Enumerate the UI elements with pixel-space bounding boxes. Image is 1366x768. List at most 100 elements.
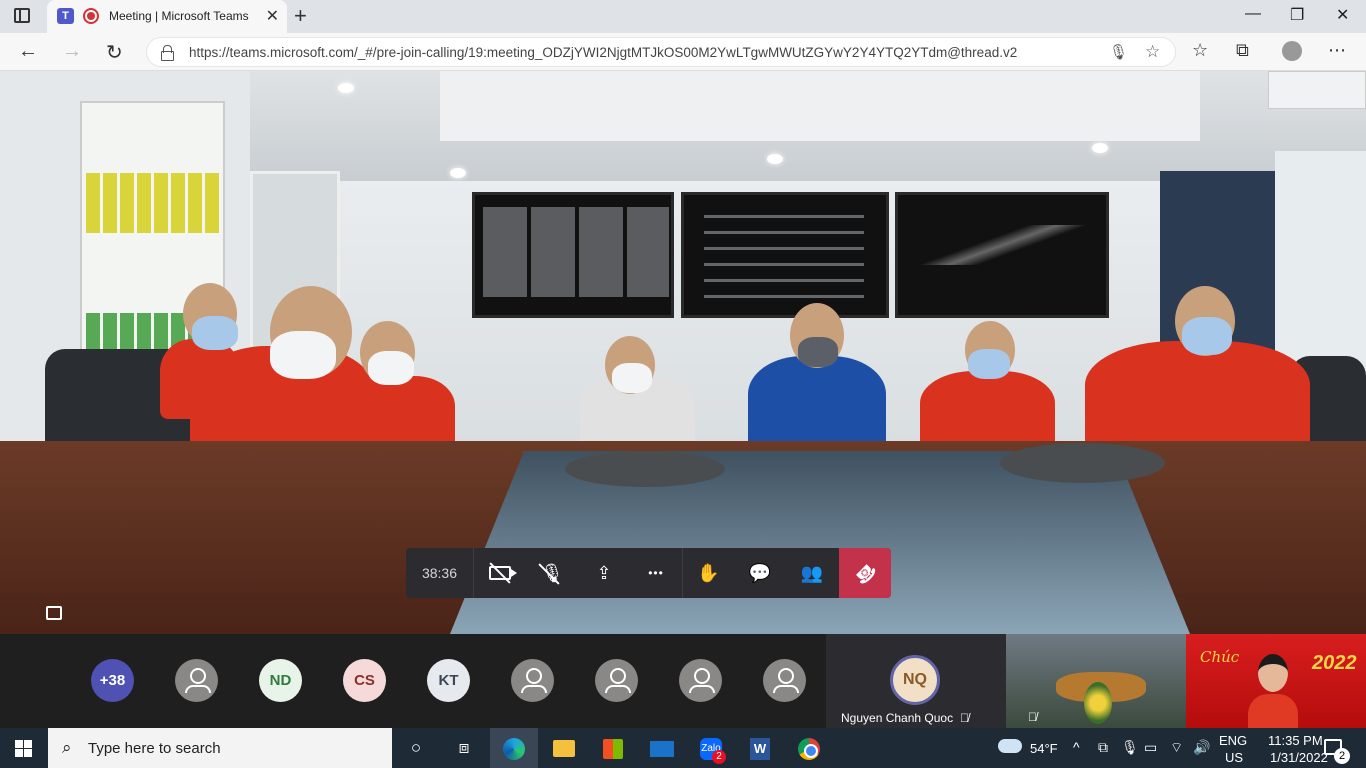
taskbar-search[interactable]: ⌕ Type here to search [48,728,392,768]
call-controls: 38:36 🎙 ⇪ ••• ✋ 💬 👥 ☎ [406,548,891,598]
clock-date[interactable]: 1/31/2022 [1270,750,1328,765]
air-conditioner [1268,71,1366,109]
input-language[interactable]: ENG [1219,733,1247,748]
store-icon[interactable] [600,736,626,760]
minimize-button[interactable]: — [1245,5,1261,23]
camera-monitor [895,192,1109,318]
task-view-icon[interactable]: ⧈ [451,736,477,760]
weather-temp[interactable]: 54°F [1030,741,1058,756]
camera-off-icon [489,562,517,584]
more-icon: ••• [648,566,664,580]
add-favorite-icon[interactable]: ☆ [1145,42,1160,62]
show-hidden-icons[interactable]: ^ [1073,739,1080,755]
mic-off-button[interactable]: 🎙 [526,548,578,598]
more-participants-button[interactable]: +38 [91,659,134,702]
settings-more-icon[interactable]: ⋯ [1328,40,1346,61]
participant-avatar[interactable] [175,659,218,702]
raise-hand-button[interactable]: ✋ [682,548,734,598]
network-device-icon[interactable]: ⧉ [1098,739,1108,756]
participant-avatar[interactable] [511,659,554,702]
back-button[interactable]: ← [18,40,38,63]
weather-icon[interactable] [998,739,1022,753]
more-actions-button[interactable]: ••• [630,548,682,598]
participants-button[interactable]: 👥 [786,548,838,598]
chat-button[interactable]: 💬 [734,548,786,598]
teams-logo-icon: T [57,8,74,24]
url-field[interactable]: https://teams.microsoft.com/_#/pre-join-… [146,37,1176,67]
participant-avatar[interactable] [679,659,722,702]
mic-off-icon: 🎙 [537,563,563,585]
participant-avatar-nd[interactable]: ND [259,659,302,702]
conference-speaker [1000,443,1165,483]
profile-avatar[interactable] [1282,41,1302,61]
zalo-badge: 2 [712,750,726,764]
tet-year: 2022 [1312,652,1357,674]
volume-icon[interactable]: 🔊 [1193,739,1210,756]
file-explorer-icon[interactable] [551,736,577,760]
flowers [1084,682,1112,724]
camera-off-button[interactable] [474,548,526,598]
participant-avatar[interactable] [595,659,638,702]
share-icon: ⇪ [596,562,612,583]
call-timer: 38:36 [406,548,474,598]
hand-icon: ✋ [697,562,720,583]
input-region[interactable]: US [1225,750,1243,765]
search-icon: ⌕ [62,738,72,757]
clock-time[interactable]: 11:35 PM [1268,733,1323,748]
collections-icon[interactable]: ⧉ [1236,40,1249,61]
favorites-icon[interactable]: ☆ [1192,40,1208,61]
lock-icon[interactable] [161,45,174,61]
participant-strip: +38 ND CS KT NQ Nguyen Chanh Quoc 🎙̸ 🎙̸ … [0,634,1366,728]
notification-count: 2 [1334,748,1350,764]
hangup-button[interactable]: ☎ [839,548,891,598]
tab-close-button[interactable]: ✕ [266,6,279,26]
video-ceiling-panel [440,71,1200,141]
wifi-icon[interactable]: ⌔ [1170,739,1183,757]
mail-icon[interactable] [649,736,675,760]
attendee [355,376,455,451]
people-icon: 👥 [800,562,824,583]
mic-muted-icon: 🎙̸ [1028,710,1037,724]
speaker-avatar: NQ [890,655,940,705]
ceiling-light [1092,143,1108,153]
ceiling-light [767,154,783,164]
attendee [920,371,1055,451]
zalo-icon[interactable]: Zalo 2 [698,736,726,764]
refresh-button[interactable]: ↻ [106,40,123,65]
mic-tray-icon[interactable]: 🎙 [1121,739,1139,756]
browser-tab-strip: T Meeting | Microsoft Teams ✕ + — ❐ ✕ [0,0,1366,33]
word-icon[interactable]: W [747,736,773,760]
phone-hangup-icon: ☎ [850,558,881,589]
speaker-tile[interactable]: NQ Nguyen Chanh Quoc 🎙̸ [826,634,1006,728]
mic-muted-icon: 🎙̸ [960,711,969,725]
maximize-button[interactable]: ❐ [1290,5,1304,25]
forward-button[interactable]: → [62,40,82,63]
battery-icon[interactable]: ▭ [1144,739,1157,756]
edge-taskbar-icon[interactable] [490,728,538,768]
tab-actions-icon[interactable] [14,8,30,23]
video-tile-room[interactable]: 🎙̸ [1006,634,1186,728]
share-button[interactable]: ⇪ [578,548,630,598]
search-placeholder: Type here to search [88,740,221,757]
close-window-button[interactable]: ✕ [1336,5,1349,25]
browser-tab-teams[interactable]: T Meeting | Microsoft Teams ✕ [47,0,287,33]
participant-avatar-cs[interactable]: CS [343,659,386,702]
participant-avatar-kt[interactable]: KT [427,659,470,702]
participant-avatar[interactable] [763,659,806,702]
cortana-icon[interactable]: ○ [403,736,429,760]
tab-title: Meeting | Microsoft Teams [109,9,249,23]
data-monitor [681,192,889,318]
ceiling-light [450,168,466,178]
cctv-monitor [472,192,674,318]
microphone-icon[interactable]: 🎙 [1109,43,1128,61]
windows-start-icon[interactable] [15,740,32,757]
tet-greeting: Chúc [1200,648,1240,666]
pin-participant-icon[interactable] [46,606,62,620]
chrome-icon[interactable] [796,736,822,760]
new-tab-button[interactable]: + [294,3,307,29]
main-video-feed: 38:36 🎙 ⇪ ••• ✋ 💬 👥 ☎ [0,71,1366,634]
video-tile-tet[interactable]: Chúc 2022 [1186,634,1366,728]
windows-taskbar: ⌕ Type here to search ○ ⧈ Zalo 2 W 54°F ^… [0,728,1366,768]
url-text[interactable]: https://teams.microsoft.com/_#/pre-join-… [189,45,1017,60]
screen: T Meeting | Microsoft Teams ✕ + — ❐ ✕ ← … [0,0,1366,768]
